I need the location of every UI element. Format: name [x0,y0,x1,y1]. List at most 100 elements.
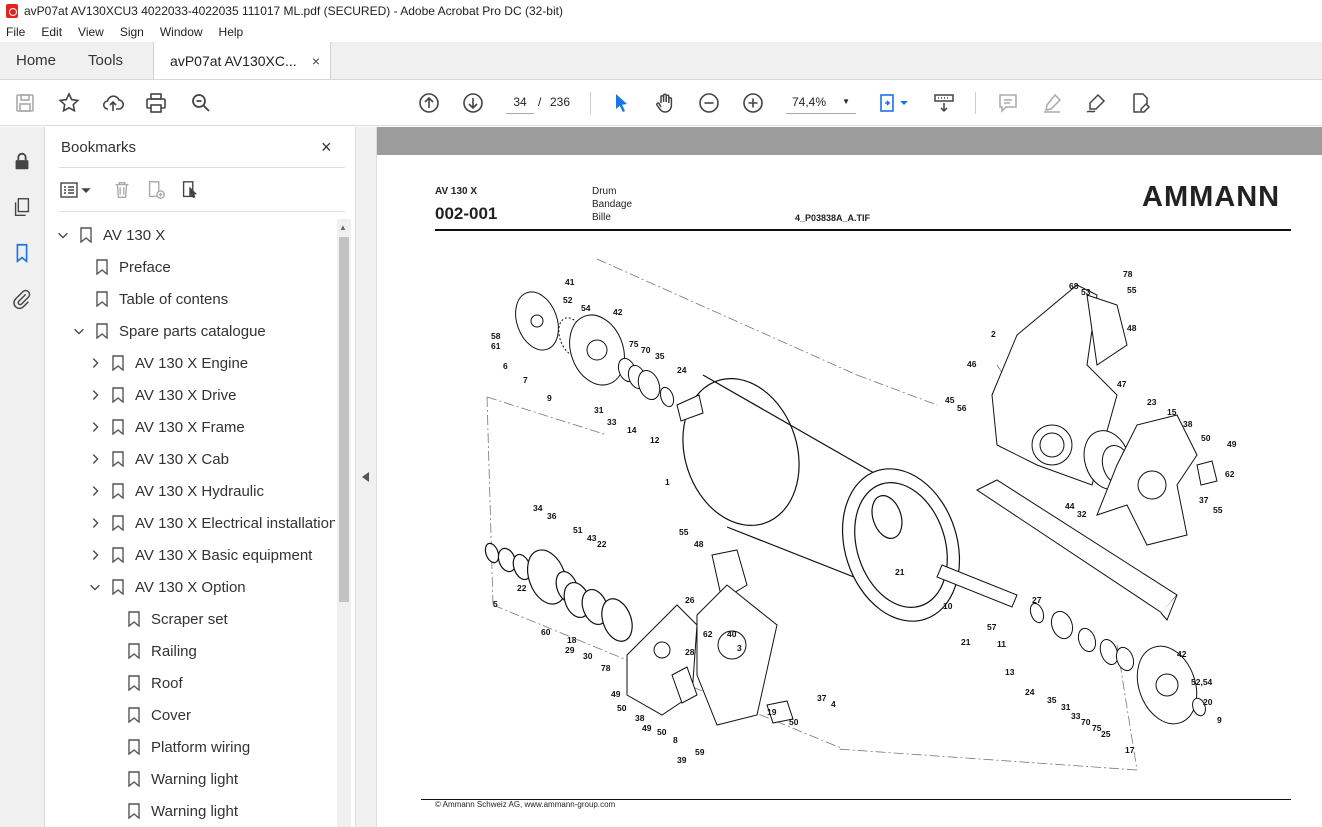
part-callout: 31 [594,405,604,415]
bookmark-panel-icon[interactable] [10,241,34,265]
part-callout: 6 [503,361,508,371]
bookmark-item[interactable]: Cover [103,699,191,731]
chevron-right-icon[interactable] [87,355,103,371]
bookmark-item[interactable]: AV 130 X Hydraulic [87,475,264,507]
page-section-number: 002-001 [435,204,498,223]
zoom-out-icon[interactable] [697,91,721,115]
bookmark-item[interactable]: AV 130 X [55,219,165,251]
new-bookmark-icon[interactable] [143,177,169,203]
collapse-panel-arrow-icon[interactable] [362,472,370,482]
document-view[interactable]: AV 130 X 002-001 Drum Bandage Bille 4_P0… [377,127,1322,827]
window-title: avP07at AV130XCU3 4022033-4022035 111017… [24,4,563,18]
fit-chevron-down-icon[interactable] [898,91,910,115]
menu-window[interactable]: Window [160,25,203,39]
bookmark-label: Railing [151,642,197,660]
chevron-right-icon[interactable] [87,387,103,403]
part-callout: 3 [737,643,742,653]
part-callout: 45 [945,395,955,405]
part-callout: 49 [611,689,621,699]
search-zoom-icon[interactable] [189,91,213,115]
menu-sign[interactable]: Sign [120,25,144,39]
menu-edit[interactable]: Edit [41,25,62,39]
zoom-level-select[interactable]: 74,4% ▼ [786,90,856,114]
delete-bookmark-icon[interactable] [109,177,135,203]
bookmarks-close-button[interactable]: × [321,137,332,158]
bookmark-item[interactable]: Spare parts catalogue [71,315,266,347]
chevron-down-icon[interactable] [71,323,87,339]
part-callout: 60 [541,627,551,637]
part-callout: 50 [617,703,627,713]
page-number-input[interactable]: 34 [506,90,534,114]
bookmark-item[interactable]: Warning light [103,795,238,827]
part-callout: 33 [607,417,617,427]
scroll-up-arrow-icon[interactable]: ▲ [339,223,347,232]
part-callout: 37 [1199,495,1209,505]
bookmark-item[interactable]: Railing [103,635,197,667]
comment-icon[interactable] [996,91,1020,115]
chevron-down-icon[interactable] [55,227,71,243]
part-callout: 53 [1081,287,1091,297]
star-icon[interactable] [57,91,81,115]
bookmark-item[interactable]: Preface [71,251,171,283]
bookmarks-scrollbar-thumb[interactable] [339,237,349,602]
ammann-logo: AMMANN [1142,181,1281,213]
select-cursor-icon[interactable] [609,91,633,115]
lock-icon[interactable] [10,149,34,173]
menu-view[interactable]: View [78,25,104,39]
next-page-icon[interactable] [461,91,485,115]
pages-thumbnail-icon[interactable] [10,195,34,219]
menu-help[interactable]: Help [219,25,244,39]
part-callout: 11 [997,639,1006,649]
part-callout: 62 [703,629,713,639]
tab-document[interactable]: avP07at AV130XC... × [153,42,332,79]
zoom-in-icon[interactable] [741,91,765,115]
tab-tools[interactable]: Tools [72,42,139,79]
tab-close-button[interactable]: × [312,53,320,69]
part-callout: 70 [1081,717,1091,727]
fit-page-icon[interactable] [876,91,900,115]
chevron-right-icon[interactable] [87,451,103,467]
bookmark-item[interactable]: Warning light [103,763,238,795]
bookmark-item[interactable]: Roof [103,667,183,699]
page-total: 236 [550,95,571,109]
add-bookmark-from-structure-icon[interactable] [177,177,203,203]
scroll-mode-icon[interactable] [932,91,956,115]
part-callout: 55 [1127,285,1137,295]
chevron-right-icon[interactable] [87,547,103,563]
bookmark-item[interactable]: Table of contens [71,283,228,315]
bookmark-options-icon[interactable] [59,177,93,203]
chevron-down-icon[interactable] [87,579,103,595]
edit-document-icon[interactable] [1128,91,1152,115]
bookmark-item[interactable]: AV 130 X Frame [87,411,245,443]
part-callout: 39 [677,755,687,765]
upload-cloud-icon[interactable] [101,91,125,115]
tab-home[interactable]: Home [0,42,72,79]
bookmark-item[interactable]: AV 130 X Drive [87,379,236,411]
bookmark-item[interactable]: AV 130 X Cab [87,443,229,475]
bookmark-label: AV 130 X [103,226,166,244]
window-title-bar: avP07at AV130XCU3 4022033-4022035 111017… [0,0,1322,22]
part-callout: 49 [1227,439,1237,449]
chevron-right-icon[interactable] [87,515,103,531]
bookmark-flag-icon [111,419,125,436]
save-icon[interactable] [13,91,37,115]
hand-tool-icon[interactable] [653,91,677,115]
panel-splitter[interactable] [355,127,377,827]
bookmark-flag-icon [95,259,109,276]
bookmark-item[interactable]: AV 130 X Electrical installation [87,507,335,539]
bookmark-item[interactable]: Platform wiring [103,731,250,763]
bookmark-item[interactable]: AV 130 X Engine [87,347,248,379]
bookmark-item[interactable]: AV 130 X Basic equipment [87,539,312,571]
chevron-right-icon[interactable] [87,419,103,435]
bookmark-flag-icon [127,771,141,788]
menu-file[interactable]: File [6,25,25,39]
sign-pen-icon[interactable] [1084,91,1108,115]
attachment-paperclip-icon[interactable] [10,287,34,311]
bookmark-item[interactable]: AV 130 X Option [87,571,246,603]
bookmark-item[interactable]: Scraper set [103,603,228,635]
chevron-right-icon[interactable] [87,483,103,499]
print-icon[interactable] [144,91,168,115]
highlight-pen-icon[interactable] [1040,91,1064,115]
previous-page-icon[interactable] [417,91,441,115]
